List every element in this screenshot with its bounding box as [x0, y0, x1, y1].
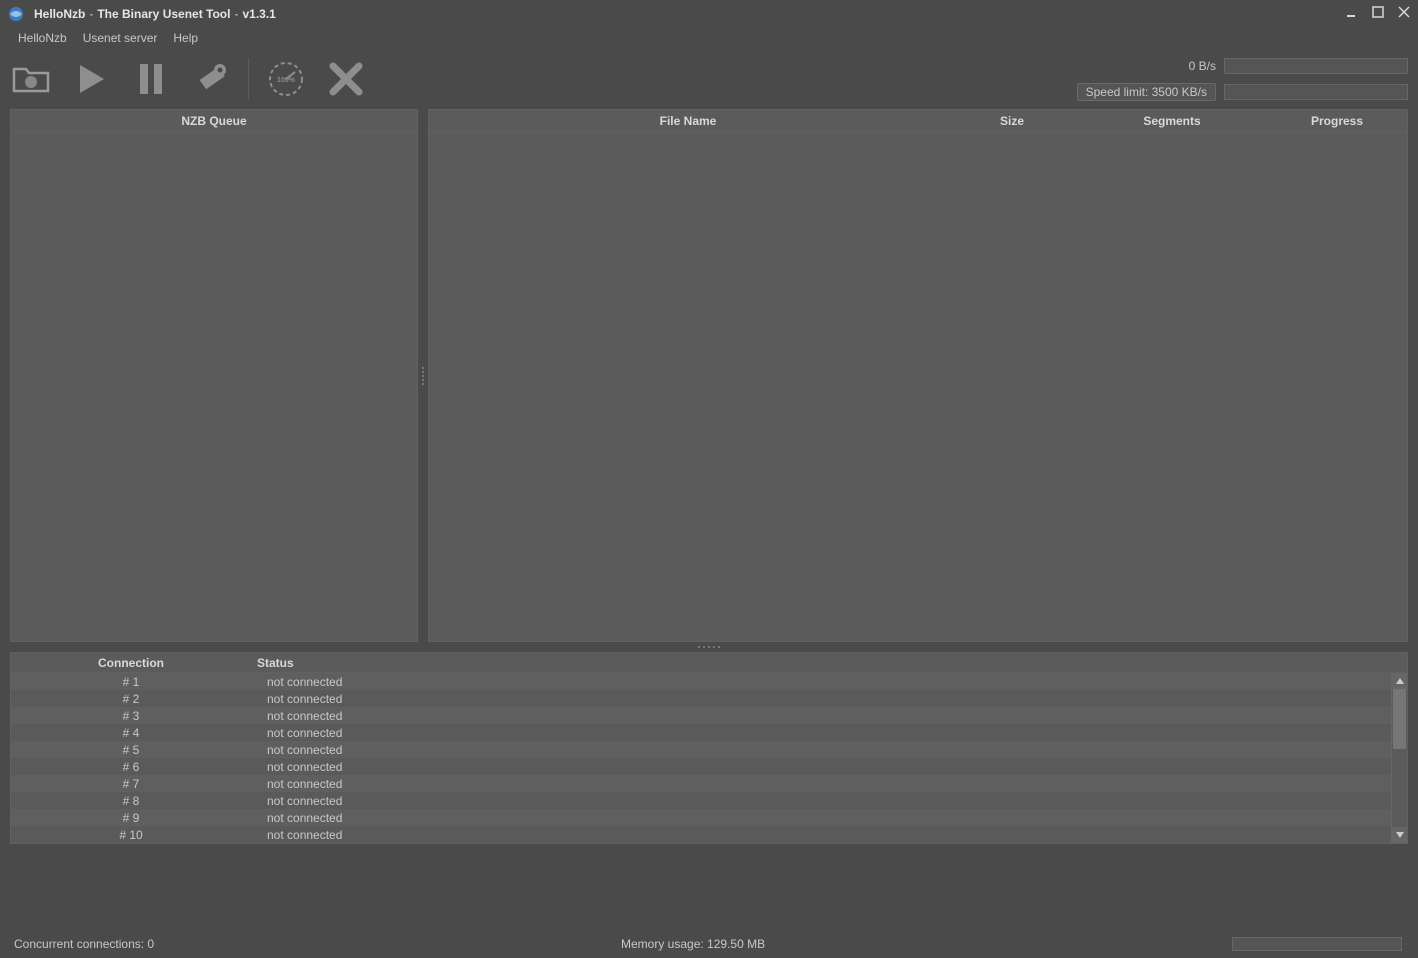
connection-status: not connected [251, 828, 1391, 842]
connection-status: not connected [251, 675, 1391, 689]
menu-usenet-server[interactable]: Usenet server [75, 29, 166, 47]
vertical-splitter[interactable] [418, 109, 428, 642]
close-button[interactable] [1396, 4, 1412, 20]
connection-status: not connected [251, 777, 1391, 791]
connection-list[interactable]: # 1not connected# 2not connected# 3not c… [11, 673, 1391, 843]
current-speed-label: 0 B/s [1189, 59, 1216, 73]
titlebar: HelloNzb - The Binary Usenet Tool - v1.3… [0, 0, 1418, 27]
menubar: HelloNzb Usenet server Help [0, 27, 1418, 49]
connection-id: # 3 [11, 709, 251, 723]
connection-id: # 10 [11, 828, 251, 842]
window-controls [1344, 4, 1412, 20]
window-title: HelloNzb - The Binary Usenet Tool - v1.3… [34, 7, 276, 21]
nzb-queue-panel: NZB Queue [10, 109, 418, 642]
overall-progress-bar [1224, 84, 1408, 100]
title-app: HelloNzb [34, 7, 85, 21]
status-connections: Concurrent connections: 0 [14, 937, 154, 951]
toolbar: 100% 0 B/s Speed limit: 3500 KB/s [0, 49, 1418, 109]
connection-id: # 6 [11, 760, 251, 774]
connection-status: not connected [251, 794, 1391, 808]
col-connection[interactable]: Connection [11, 656, 251, 670]
speed-bar [1224, 58, 1408, 74]
connection-row[interactable]: # 9not connected [11, 809, 1391, 826]
connection-id: # 9 [11, 811, 251, 825]
col-segments[interactable]: Segments [1077, 114, 1267, 128]
connection-row[interactable]: # 7not connected [11, 775, 1391, 792]
speed-limit-button[interactable]: Speed limit: 3500 KB/s [1077, 83, 1216, 101]
connection-status: not connected [251, 692, 1391, 706]
connections-panel: Connection Status # 1not connected# 2not… [10, 652, 1408, 844]
queue-header-label[interactable]: NZB Queue [11, 114, 417, 128]
title-sep2: - [234, 7, 238, 21]
status-memory: Memory usage: 129.50 MB [154, 937, 1232, 951]
col-size[interactable]: Size [947, 114, 1077, 128]
files-body[interactable] [429, 132, 1407, 641]
connection-status: not connected [251, 743, 1391, 757]
connection-row[interactable]: # 6not connected [11, 758, 1391, 775]
scrollbar[interactable] [1391, 673, 1407, 843]
connections-header: Connection Status [11, 653, 1407, 673]
connections-body: # 1not connected# 2not connected# 3not c… [11, 673, 1407, 843]
connection-row[interactable]: # 8not connected [11, 792, 1391, 809]
scroll-track[interactable] [1392, 689, 1407, 827]
connection-id: # 1 [11, 675, 251, 689]
speed-gauge-button[interactable]: 100% [265, 58, 307, 100]
scroll-thumb[interactable] [1393, 689, 1406, 749]
horizontal-splitter[interactable] [0, 642, 1418, 652]
open-folder-button[interactable] [10, 58, 52, 100]
col-status[interactable]: Status [251, 656, 351, 670]
title-tagline: The Binary Usenet Tool [97, 7, 230, 21]
toolbar-buttons: 100% [10, 58, 367, 100]
connection-id: # 4 [11, 726, 251, 740]
col-filename[interactable]: File Name [429, 114, 947, 128]
files-panel: File Name Size Segments Progress [428, 109, 1408, 642]
scroll-down-button[interactable] [1392, 827, 1407, 843]
title-version: v1.3.1 [242, 7, 275, 21]
menu-help[interactable]: Help [165, 29, 206, 47]
app-icon [8, 6, 24, 22]
connection-status: not connected [251, 726, 1391, 740]
toolbar-status: 0 B/s Speed limit: 3500 KB/s [1077, 56, 1408, 102]
connection-status: not connected [251, 760, 1391, 774]
settings-button[interactable] [190, 58, 232, 100]
connection-row[interactable]: # 1not connected [11, 673, 1391, 690]
connection-id: # 7 [11, 777, 251, 791]
play-button[interactable] [70, 58, 112, 100]
connection-status: not connected [251, 811, 1391, 825]
status-progress-bar [1232, 937, 1402, 951]
toolbar-separator [248, 58, 249, 100]
connection-row[interactable]: # 10not connected [11, 826, 1391, 843]
minimize-button[interactable] [1344, 4, 1360, 20]
main-area: NZB Queue File Name Size Segments Progre… [0, 109, 1418, 642]
connection-status: not connected [251, 709, 1391, 723]
connection-id: # 5 [11, 743, 251, 757]
connection-row[interactable]: # 5not connected [11, 741, 1391, 758]
queue-body[interactable] [11, 132, 417, 641]
cancel-button[interactable] [325, 58, 367, 100]
col-progress[interactable]: Progress [1267, 114, 1407, 128]
files-header: File Name Size Segments Progress [429, 110, 1407, 132]
queue-header: NZB Queue [11, 110, 417, 132]
connection-row[interactable]: # 3not connected [11, 707, 1391, 724]
statusbar: Concurrent connections: 0 Memory usage: … [0, 930, 1418, 958]
connection-row[interactable]: # 2not connected [11, 690, 1391, 707]
title-sep: - [89, 7, 93, 21]
maximize-button[interactable] [1370, 4, 1386, 20]
pause-button[interactable] [130, 58, 172, 100]
menu-hellonzb[interactable]: HelloNzb [10, 29, 75, 47]
scroll-up-button[interactable] [1392, 673, 1407, 689]
connection-id: # 8 [11, 794, 251, 808]
connection-row[interactable]: # 4not connected [11, 724, 1391, 741]
connection-id: # 2 [11, 692, 251, 706]
